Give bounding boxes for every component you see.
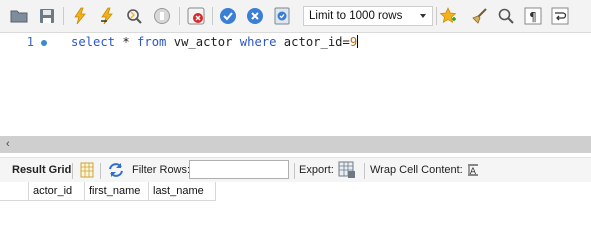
toolbar-separator	[212, 7, 213, 25]
filter-rows-input[interactable]	[189, 160, 289, 179]
toolbar-separator	[364, 163, 365, 179]
wrap-lines-icon[interactable]	[551, 7, 569, 25]
invisible-chars-icon[interactable]: ¶	[524, 7, 542, 25]
toolbar-separator	[72, 163, 73, 179]
toolbar-separator	[294, 163, 295, 179]
editor-horizontal-scrollbar[interactable]: ‹	[0, 136, 591, 153]
refresh-icon[interactable]	[107, 161, 125, 179]
toggle-continue-on-error-icon[interactable]	[187, 7, 205, 25]
stop-icon[interactable]	[153, 7, 171, 25]
sql-code-line[interactable]: select * from vw_actor where actor_id=9	[71, 34, 359, 50]
sql-keyword-select: select	[71, 35, 116, 49]
line-number: 1	[26, 35, 34, 49]
export-icon[interactable]	[338, 161, 356, 179]
column-header-actor-id[interactable]: actor_id	[29, 182, 85, 201]
toolbar-separator	[63, 7, 64, 25]
sql-editor[interactable]: 1 select * from vw_actor where actor_id=…	[0, 33, 591, 136]
column-header-first-name[interactable]: first_name	[85, 182, 149, 201]
scroll-left-arrow-icon[interactable]: ‹	[6, 139, 10, 150]
sql-token-condition: actor_id=	[276, 35, 350, 49]
save-icon[interactable]	[38, 7, 56, 25]
find-icon[interactable]	[497, 7, 515, 25]
wrap-cell-toggle-icon[interactable]: A	[464, 161, 482, 179]
grid-view-icon[interactable]	[78, 161, 96, 179]
explain-magnifier-icon[interactable]	[125, 7, 143, 25]
chevron-down-icon	[420, 14, 426, 18]
add-snippet-star-icon[interactable]	[439, 7, 457, 25]
sql-token-star: *	[115, 35, 138, 49]
sql-editor-toolbar: Limit to 1000 rows ¶	[0, 0, 591, 33]
filter-rows-label: Filter Rows:	[132, 164, 191, 176]
execute-cursor-lightning-icon[interactable]	[98, 7, 116, 25]
toggle-autocommit-icon[interactable]	[273, 7, 291, 25]
rollback-icon[interactable]	[246, 7, 264, 25]
wrap-cell-content-label: Wrap Cell Content:	[370, 164, 463, 176]
row-selector-header[interactable]	[0, 182, 29, 201]
export-label: Export:	[299, 164, 334, 176]
commit-icon[interactable]	[219, 7, 237, 25]
open-folder-icon[interactable]	[10, 7, 28, 25]
statement-marker-icon	[41, 40, 47, 46]
result-grid-tab[interactable]: Result Grid	[12, 164, 71, 176]
sql-number-literal: 9	[349, 35, 358, 49]
result-grid[interactable]: actor_id first_name last_name	[0, 182, 591, 234]
svg-text:¶: ¶	[529, 10, 537, 24]
limit-rows-select[interactable]: Limit to 1000 rows	[303, 6, 433, 26]
toolbar-separator	[436, 7, 437, 25]
svg-text:A: A	[470, 167, 477, 177]
toolbar-separator	[179, 7, 180, 25]
beautify-broom-icon[interactable]	[470, 7, 488, 25]
sql-keyword-from: from	[137, 35, 167, 49]
text-caret	[357, 35, 359, 48]
sql-token-table: vw_actor	[166, 35, 240, 49]
result-toolbar: Result Grid Filter Rows: Export: Wrap Ce…	[0, 157, 591, 184]
execute-lightning-icon[interactable]	[71, 7, 89, 25]
limit-rows-select-value: Limit to 1000 rows	[309, 10, 403, 22]
toolbar-separator	[100, 163, 101, 179]
sql-keyword-where: where	[239, 35, 277, 49]
column-header-last-name[interactable]: last_name	[149, 182, 216, 201]
grid-header-row: actor_id first_name last_name	[0, 182, 216, 201]
